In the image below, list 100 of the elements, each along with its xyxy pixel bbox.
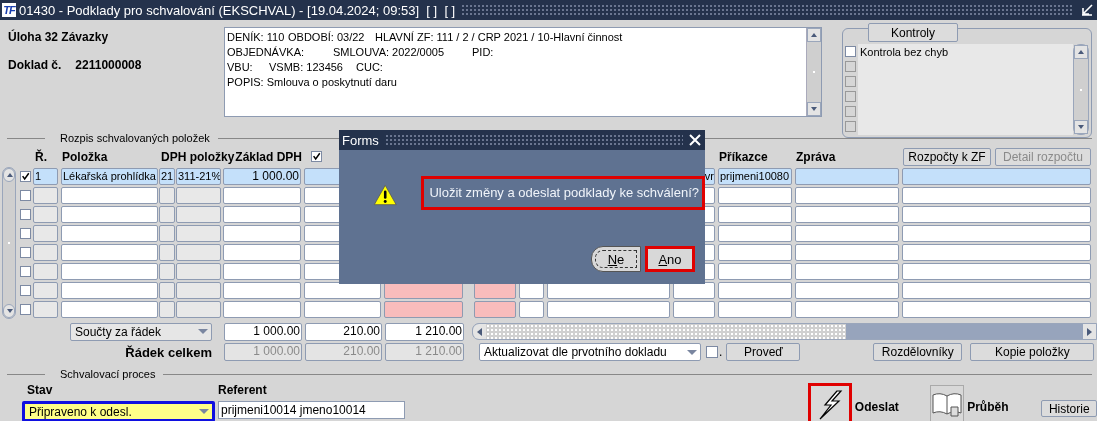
table-cell[interactable] — [33, 206, 58, 223]
table-cell[interactable] — [718, 282, 792, 299]
table-cell[interactable]: 21 — [159, 168, 175, 185]
table-cell[interactable] — [61, 187, 158, 204]
table-cell[interactable] — [519, 301, 544, 318]
table-cell[interactable] — [33, 263, 58, 280]
table-cell[interactable] — [176, 301, 221, 318]
table-cell[interactable] — [176, 206, 221, 223]
table-cell[interactable] — [223, 244, 301, 261]
table-cell[interactable] — [176, 263, 221, 280]
table-cell[interactable] — [718, 301, 792, 318]
row-checkbox[interactable] — [20, 247, 31, 258]
title-bar-grip[interactable] — [461, 4, 1073, 16]
table-cell[interactable] — [223, 301, 301, 318]
table-cell[interactable] — [902, 263, 1091, 280]
table-cell[interactable] — [223, 282, 301, 299]
table-cell[interactable] — [795, 263, 899, 280]
toolbar-button[interactable]: Rozpočty k ZF — [903, 148, 991, 166]
table-cell[interactable] — [61, 206, 158, 223]
referent-field[interactable]: prijmeni10014 jmeno10014 — [218, 401, 405, 419]
table-cell[interactable] — [33, 282, 58, 299]
table-cell[interactable] — [33, 301, 58, 318]
table-cell[interactable]: Lékařská prohlídka — [61, 168, 158, 185]
table-cell[interactable] — [474, 301, 516, 318]
scrollbar[interactable] — [2, 167, 16, 319]
table-cell[interactable] — [159, 263, 175, 280]
table-cell[interactable] — [176, 187, 221, 204]
progress-button[interactable] — [929, 385, 965, 421]
table-cell[interactable] — [718, 206, 792, 223]
table-cell[interactable] — [718, 263, 792, 280]
table-cell[interactable] — [61, 244, 158, 261]
info-text-area[interactable]: DENÍK: 110 OBDOBÍ: 03/22 HLAVNÍ ZF: 111 / 2 / CRP 2021 / 10-Hlavní činnost OBJEDNÁVKA: SMLOUVA: 2022/0005 PID: VBU: VSMB: 123456 CUC: POPIS: Smlouva o poskytnutí daru — [224, 27, 822, 117]
table-cell[interactable] — [795, 225, 899, 242]
table-cell[interactable] — [61, 301, 158, 318]
table-cell[interactable] — [223, 187, 301, 204]
table-cell[interactable] — [718, 187, 792, 204]
table-cell[interactable] — [223, 263, 301, 280]
table-cell[interactable] — [159, 187, 175, 204]
table-cell[interactable] — [33, 244, 58, 261]
table-cell[interactable] — [61, 263, 158, 280]
restore-icon[interactable] — [1081, 4, 1093, 16]
checkbox[interactable] — [706, 346, 718, 358]
checkbox[interactable] — [845, 46, 856, 57]
send-button[interactable] — [808, 383, 852, 421]
table-cell[interactable] — [902, 187, 1091, 204]
table-cell[interactable] — [176, 225, 221, 242]
table-cell[interactable] — [61, 225, 158, 242]
history-button[interactable]: Historie — [1041, 400, 1097, 417]
table-cell[interactable] — [902, 225, 1091, 242]
row-checkbox[interactable] — [20, 209, 31, 220]
table-cell[interactable] — [223, 225, 301, 242]
toolbar-button[interactable]: Rozdělovníky — [873, 343, 963, 361]
run-button[interactable]: Proveď — [726, 343, 801, 361]
scrollbar[interactable] — [1073, 44, 1089, 135]
table-cell[interactable] — [547, 301, 670, 318]
table-cell[interactable] — [159, 206, 175, 223]
table-cell[interactable] — [61, 282, 158, 299]
table-cell[interactable] — [673, 301, 715, 318]
row-checkbox[interactable] — [20, 266, 31, 277]
table-cell[interactable] — [384, 301, 463, 318]
table-cell[interactable] — [159, 282, 175, 299]
table-cell[interactable] — [795, 282, 899, 299]
table-cell[interactable] — [176, 282, 221, 299]
table-cell[interactable] — [159, 301, 175, 318]
table-cell[interactable] — [33, 225, 58, 242]
table-cell[interactable] — [902, 168, 1091, 185]
table-cell[interactable] — [795, 187, 899, 204]
row-checkbox[interactable] — [20, 228, 31, 239]
update-dropdown[interactable]: Aktualizovat dle prvotního dokladu — [479, 343, 701, 361]
row-checkbox[interactable] — [20, 304, 31, 315]
table-cell[interactable] — [304, 301, 381, 318]
dialog-button[interactable]: Ne — [591, 246, 641, 272]
totals-dropdown[interactable]: Součty za řádek — [70, 322, 212, 341]
table-cell[interactable] — [159, 244, 175, 261]
table-cell[interactable]: prijmeni10080 — [718, 168, 792, 185]
table-cell[interactable]: 1 — [33, 168, 58, 185]
table-cell[interactable]: 311-21% — [176, 168, 221, 185]
table-cell[interactable] — [795, 206, 899, 223]
row-checkbox[interactable] — [20, 171, 31, 182]
state-dropdown[interactable]: Připraveno k odesl. — [22, 401, 215, 421]
table-cell[interactable] — [795, 301, 899, 318]
toolbar-button[interactable]: Kopie položky — [970, 343, 1095, 361]
table-cell[interactable] — [902, 206, 1091, 223]
checks-button[interactable]: Kontroly — [868, 23, 958, 42]
table-cell[interactable] — [795, 168, 899, 185]
table-cell[interactable]: 1 000.00 — [223, 168, 301, 185]
row-checkbox[interactable] — [20, 285, 31, 296]
table-cell[interactable] — [902, 244, 1091, 261]
scrollbar[interactable] — [806, 28, 821, 116]
table-cell[interactable] — [223, 206, 301, 223]
dialog-button[interactable]: Ano — [645, 246, 695, 272]
table-cell[interactable] — [902, 282, 1091, 299]
row-checkbox[interactable] — [20, 190, 31, 201]
table-cell[interactable] — [159, 225, 175, 242]
scrollbar[interactable] — [472, 323, 1097, 340]
table-cell[interactable] — [176, 244, 221, 261]
table-cell[interactable] — [902, 301, 1091, 318]
table-cell[interactable] — [718, 225, 792, 242]
table-cell[interactable] — [673, 282, 715, 299]
close-icon[interactable] — [689, 134, 701, 146]
